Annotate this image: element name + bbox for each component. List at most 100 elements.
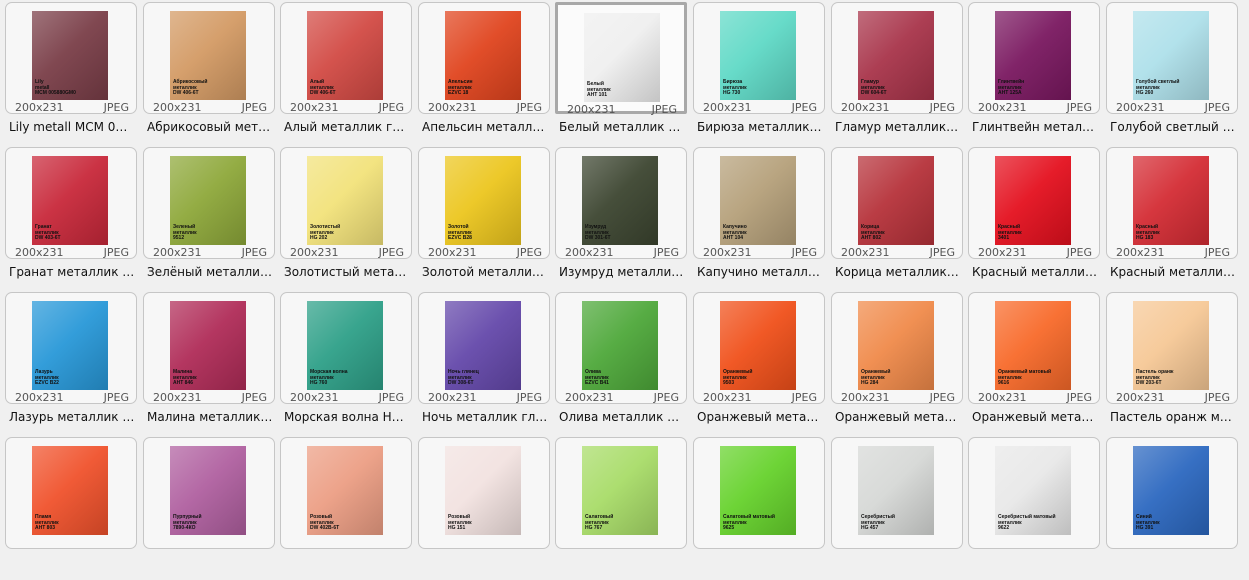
color-swatch-image: Серебристый металлик HG 457 bbox=[858, 446, 934, 535]
thumbnail-item[interactable]: Серебристый металлик HG 457 bbox=[829, 435, 965, 580]
thumbnail-item[interactable]: Розовый металлик DW 402B-6T bbox=[278, 435, 414, 580]
thumbnail-frame[interactable]: Пастель оранж металлик DW 203-6T 200x231 JPE… bbox=[1106, 292, 1238, 404]
thumbnail-item[interactable]: Красный металлик 3401 200x231 JPEG Красный ме… bbox=[966, 145, 1102, 290]
thumbnail-item[interactable]: Салатовый матовый металлик 9625 bbox=[691, 435, 827, 580]
thumbnail-frame[interactable]: Капучино металлик АНТ 104 200x231 JPEG bbox=[693, 147, 825, 259]
thumbnail-item[interactable]: Капучино металлик АНТ 104 200x231 JPEG Капучи… bbox=[691, 145, 827, 290]
thumbnail-frame[interactable]: Оранжевый матовый металлик 9616 200x231 JPEG bbox=[968, 292, 1100, 404]
thumbnail-frame[interactable]: Пламя металлик АНТ 803 bbox=[5, 437, 137, 549]
thumbnail-frame[interactable]: Красный металлик 3401 200x231 JPEG bbox=[968, 147, 1100, 259]
thumbnail-item[interactable]: Зеленый металлик 9512 200x231 JPEG Зелёный ме… bbox=[141, 145, 277, 290]
thumbnail-item[interactable]: Синий металлик HG 391 bbox=[1104, 435, 1240, 580]
thumbnail-frame[interactable]: Ночь глянец металлик DW 308-6T 200x231 JPEG bbox=[418, 292, 550, 404]
thumbnail-item[interactable]: Олива металлик EZVC B41 200x231 JPEG Олива ме… bbox=[553, 290, 689, 435]
thumbnail-frame[interactable]: Гранат металлик DW 403-6T 200x231 JPEG bbox=[5, 147, 137, 259]
swatch-label: Красный металлик 3401 bbox=[998, 224, 1022, 242]
thumbnail-frame[interactable]: Салатовый металлик HG 767 bbox=[555, 437, 687, 549]
thumbnail-frame[interactable]: Красный металлик HG 183 200x231 JPEG bbox=[1106, 147, 1238, 259]
thumbnail-item[interactable]: Пурпурный металлик 7890-4КО bbox=[141, 435, 277, 580]
thumbnail-frame[interactable]: Золотой металлик EZVC B28 200x231 JPEG bbox=[418, 147, 550, 259]
thumbnail-frame[interactable]: Зеленый металлик 9512 200x231 JPEG bbox=[143, 147, 275, 259]
image-format: JPEG bbox=[791, 101, 817, 114]
thumbnail-item[interactable]: Абрикосовый металлик DW 406-6T 200x231 JPEG А… bbox=[141, 0, 277, 145]
thumbnail-item[interactable]: Белый металлик АНТ 101 200x231 JPEG Белый мет… bbox=[553, 0, 689, 145]
swatch-label: Оранжевый металлик 9503 bbox=[723, 369, 753, 387]
thumbnail-frame[interactable]: Морская волна металлик HG 760 200x231 JPEG bbox=[280, 292, 412, 404]
swatch-label: Глинтвейн металлик АНТ 125А bbox=[998, 79, 1025, 97]
thumbnail-frame[interactable]: Бирюза металлик HG 730 200x231 JPEG bbox=[693, 2, 825, 114]
file-name-label: Корица металлик А... bbox=[835, 265, 961, 279]
swatch-label: Lily metall MCM 005880GM0 bbox=[35, 79, 76, 97]
thumbnail-item[interactable]: Оранжевый металлик 9503 200x231 JPEG Оранжевы… bbox=[691, 290, 827, 435]
swatch-label: Золотистый металлик HG 202 bbox=[310, 224, 341, 242]
thumbnail-item[interactable]: Салатовый металлик HG 767 bbox=[553, 435, 689, 580]
thumbnail-frame[interactable]: Серебристый матовый металлик 9622 bbox=[968, 437, 1100, 549]
thumbnail-item[interactable]: Красный металлик HG 183 200x231 JPEG Красный … bbox=[1104, 145, 1240, 290]
thumbnail-item[interactable]: Гранат металлик DW 403-6T 200x231 JPEG Гранат… bbox=[3, 145, 139, 290]
image-format: JPEG bbox=[378, 246, 404, 259]
file-name-label: Малина металлик гл... bbox=[147, 410, 273, 424]
thumbnail-item[interactable]: Лазурь металлик EZVC B22 200x231 JPEG Лазурь … bbox=[3, 290, 139, 435]
thumbnail-item[interactable]: Lily metall MCM 005880GM0 200x231 JPEG Lily m… bbox=[3, 0, 139, 145]
thumbnail-frame[interactable]: Корица металлик АНТ 802 200x231 JPEG bbox=[831, 147, 963, 259]
thumbnail-frame[interactable]: Изумруд металлик DW 301-6T 200x231 JPEG bbox=[555, 147, 687, 259]
thumbnail-frame[interactable]: Белый металлик АНТ 101 200x231 JPEG bbox=[555, 2, 687, 116]
thumbnail-item[interactable]: Оранжевый металлик HG 284 200x231 JPEG Оранже… bbox=[829, 290, 965, 435]
thumbnail-item[interactable]: Розовый металлик HG 151 bbox=[416, 435, 552, 580]
thumbnail-item[interactable]: Алый металлик DW 406-6T 200x231 JPEG Алый мет… bbox=[278, 0, 414, 145]
file-name-label: Зелёный металлик ... bbox=[147, 265, 273, 279]
file-name-label: Абрикосовый метал... bbox=[147, 120, 273, 134]
thumbnail-frame[interactable]: Голубой светлый металлик HG 260 200x231 JPEG bbox=[1106, 2, 1238, 114]
thumbnail-frame[interactable]: Lily metall MCM 005880GM0 200x231 JPEG bbox=[5, 2, 137, 114]
thumbnail-item[interactable]: Морская волна металлик HG 760 200x231 JPEG Мо… bbox=[278, 290, 414, 435]
thumbnail-frame[interactable]: Серебристый металлик HG 457 bbox=[831, 437, 963, 549]
thumbnail-item[interactable]: Оранжевый матовый металлик 9616 200x231 JPEG… bbox=[966, 290, 1102, 435]
thumbnail-frame[interactable]: Синий металлик HG 391 bbox=[1106, 437, 1238, 549]
thumbnail-item[interactable]: Пламя металлик АНТ 803 bbox=[3, 435, 139, 580]
thumbnail-item[interactable]: Ночь глянец металлик DW 308-6T 200x231 JPEG Н… bbox=[416, 290, 552, 435]
image-dimensions: 200x231 bbox=[428, 246, 477, 259]
thumbnail-frame[interactable]: Лазурь металлик EZVC B22 200x231 JPEG bbox=[5, 292, 137, 404]
image-format: JPEG bbox=[241, 391, 267, 404]
thumbnail-item[interactable]: Корица металлик АНТ 802 200x231 JPEG Корица м… bbox=[829, 145, 965, 290]
thumbnail-item[interactable]: Гламур металлик DW 604-6T 200x231 JPEG Гламур… bbox=[829, 0, 965, 145]
thumbnail-frame[interactable]: Малина металлик АНТ 846 200x231 JPEG bbox=[143, 292, 275, 404]
thumbnail-frame[interactable]: Пурпурный металлик 7890-4КО bbox=[143, 437, 275, 549]
thumbnail-frame[interactable]: Олива металлик EZVC B41 200x231 JPEG bbox=[555, 292, 687, 404]
thumbnail-frame[interactable]: Розовый металлик HG 151 bbox=[418, 437, 550, 549]
thumbnail-frame[interactable]: Глинтвейн металлик АНТ 125А 200x231 JPEG bbox=[968, 2, 1100, 114]
image-dimensions: 200x231 bbox=[290, 246, 339, 259]
swatch-label: Оранжевый матовый металлик 9616 bbox=[998, 369, 1052, 387]
color-swatch-image: Красный металлик HG 183 bbox=[1133, 156, 1209, 245]
thumbnail-item[interactable]: Голубой светлый металлик HG 260 200x231 JPEG… bbox=[1104, 0, 1240, 145]
thumbnail-frame[interactable]: Салатовый матовый металлик 9625 bbox=[693, 437, 825, 549]
thumbnail-frame[interactable]: Алый металлик DW 406-6T 200x231 JPEG bbox=[280, 2, 412, 114]
thumbnail-frame[interactable]: Гламур металлик DW 604-6T 200x231 JPEG bbox=[831, 2, 963, 114]
thumbnail-frame[interactable]: Оранжевый металлик 9503 200x231 JPEG bbox=[693, 292, 825, 404]
thumbnail-item[interactable]: Золотой металлик EZVC B28 200x231 JPEG Золото… bbox=[416, 145, 552, 290]
thumbnail-frame[interactable]: Оранжевый металлик HG 284 200x231 JPEG bbox=[831, 292, 963, 404]
thumbnail-item[interactable]: Пастель оранж металлик DW 203-6T 200x231 JPE… bbox=[1104, 290, 1240, 435]
file-name-label: Гранат металлик гл... bbox=[9, 265, 135, 279]
thumbnail-item[interactable]: Бирюза металлик HG 730 200x231 JPEG Бирюза ме… bbox=[691, 0, 827, 145]
color-swatch-image: Гранат металлик DW 403-6T bbox=[32, 156, 108, 245]
thumbnail-frame[interactable]: Абрикосовый металлик DW 406-6T 200x231 JPEG bbox=[143, 2, 275, 114]
thumbnail-item[interactable]: Апельсин металлик EZVC 18 200x231 JPEG Апельс… bbox=[416, 0, 552, 145]
color-swatch-image: Lily metall MCM 005880GM0 bbox=[32, 11, 108, 100]
image-dimensions: 200x231 bbox=[15, 101, 64, 114]
thumbnail-item[interactable]: Золотистый металлик HG 202 200x231 JPEG Золот… bbox=[278, 145, 414, 290]
file-name-label: Голубой светлый м... bbox=[1110, 120, 1236, 134]
color-swatch-image: Корица металлик АНТ 802 bbox=[858, 156, 934, 245]
thumbnail-item[interactable]: Изумруд металлик DW 301-6T 200x231 JPEG Изумр… bbox=[553, 145, 689, 290]
color-swatch-image: Изумруд металлик DW 301-6T bbox=[582, 156, 658, 245]
thumbnail-item[interactable]: Малина металлик АНТ 846 200x231 JPEG Малина м… bbox=[141, 290, 277, 435]
thumbnail-frame[interactable]: Золотистый металлик HG 202 200x231 JPEG bbox=[280, 147, 412, 259]
swatch-label: Пламя металлик АНТ 803 bbox=[35, 514, 59, 532]
thumbnail-item[interactable]: Серебристый матовый металлик 9622 bbox=[966, 435, 1102, 580]
thumbnail-frame[interactable]: Розовый металлик DW 402B-6T bbox=[280, 437, 412, 549]
image-format: JPEG bbox=[1204, 101, 1230, 114]
swatch-label: Малина металлик АНТ 846 bbox=[173, 369, 197, 387]
thumbnail-item[interactable]: Глинтвейн металлик АНТ 125А 200x231 JPEG Глин… bbox=[966, 0, 1102, 145]
swatch-label: Гламур металлик DW 604-6T bbox=[861, 79, 887, 97]
thumbnail-frame[interactable]: Апельсин металлик EZVC 18 200x231 JPEG bbox=[418, 2, 550, 114]
